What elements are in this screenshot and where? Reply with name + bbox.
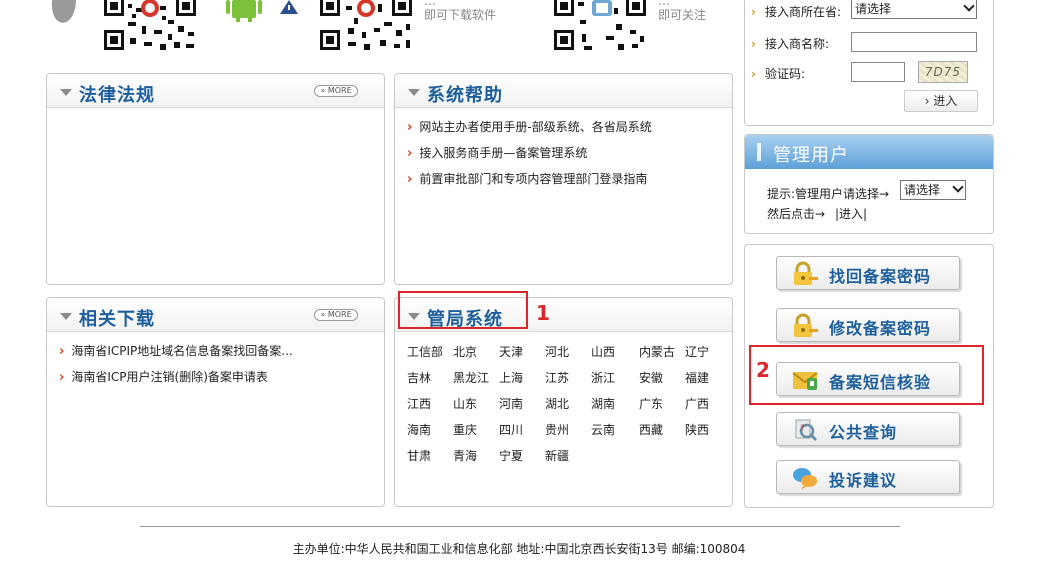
province-link[interactable]: 陕西 [685,421,709,438]
province-link[interactable]: 山西 [591,343,615,360]
help-link[interactable]: 前置审批部门和专项内容管理部门登录指南 [407,170,647,187]
manager-panel: 管理用户 提示:管理用户请选择→ 请选择 然后点击→ |进入| [744,134,994,234]
manager-title: 管理用户 [773,145,849,166]
province-link[interactable]: 山东 [453,395,477,412]
footer-divider [140,526,900,527]
collapse-triangle-icon [60,313,72,320]
province-link[interactable]: 青海 [453,447,477,464]
province-link[interactable]: 广东 [639,395,663,412]
annotation-box-2 [749,345,984,405]
collapse-triangle-icon [60,89,72,96]
help-panel: 系统帮助 网站主办者使用手册-部级系统、各省局系统 接入服务商手册—备案管理系统… [394,73,733,285]
province-link[interactable]: 重庆 [453,421,477,438]
province-link[interactable]: 海南 [407,421,431,438]
public-query-button[interactable]: ? 公共查询 [776,412,960,446]
law-panel: 法律法规 » MORE [46,73,385,285]
collapse-triangle-icon [408,89,420,96]
name-label: 接入商名称: [751,35,829,52]
province-link[interactable]: 甘肃 [407,447,431,464]
manager-header: 管理用户 [745,135,993,169]
panel-title: 法律法规 [79,85,155,106]
province-link[interactable]: 湖南 [591,395,615,412]
annotation-number-1: 1 [536,301,550,325]
province-link[interactable]: 江西 [407,395,431,412]
panel-header: 系统帮助 [395,74,732,108]
download-link[interactable]: 海南省ICP用户注销(删除)备案申请表 [59,368,268,385]
province-link[interactable]: 贵州 [545,421,569,438]
province-link[interactable]: 工信部 [407,343,443,360]
help-link[interactable]: 接入服务商手册—备案管理系统 [407,144,587,161]
province-link[interactable]: 新疆 [545,447,569,464]
login-panel: 接入商所在省: 请选择 接入商名称: 验证码: 7D75 › 进入 [744,0,994,126]
more-link[interactable]: » MORE [314,309,358,321]
panel-header: 相关下载 » MORE [47,298,384,332]
manager-select[interactable]: 请选择 [900,180,966,200]
province-link[interactable]: 内蒙古 [639,343,675,360]
province-select[interactable]: 请选择 [851,0,977,19]
chevron-down-icon [963,0,975,12]
province-link[interactable]: 吉林 [407,369,431,386]
province-link[interactable]: 河南 [499,395,523,412]
province-link[interactable]: 辽宁 [685,343,709,360]
province-link[interactable]: 西藏 [639,421,663,438]
svg-text:?: ? [800,424,805,434]
manager-hint: 提示:管理用户请选择→ [767,187,890,201]
panel-title: 相关下载 [79,309,155,330]
chevron-down-icon [952,181,964,193]
province-link[interactable]: 黑龙江 [453,369,489,386]
annotation-box-1 [398,291,528,329]
qr-code [102,0,198,52]
qr-caption: … 即可下载软件 [424,0,497,22]
province-link[interactable]: 安徽 [639,369,663,386]
province-link[interactable]: 宁夏 [499,447,523,464]
change-password-button[interactable]: 修改备案密码 [776,308,960,342]
panel-header: 法律法规 » MORE [47,74,384,108]
apple-icon [48,0,80,24]
qr-code [552,0,648,52]
province-link[interactable]: 云南 [591,421,615,438]
download-panel: 相关下载 » MORE 海南省ICPIP地址域名信息备案找回备案... 海南省I… [46,297,385,507]
complaint-button[interactable]: 投诉建议 [776,460,960,494]
annotation-number-2: 2 [756,358,770,382]
footer-text: 主办单位:中华人民共和国工业和信息化部 地址:中国北京西长安街13号 邮编:10… [292,542,746,556]
lock-key-icon [794,313,818,337]
province-link[interactable]: 北京 [453,343,477,360]
android-icon [226,0,262,22]
captcha-image[interactable]: 7D75 [918,61,968,83]
captcha-label: 验证码: [751,65,805,82]
lock-key-icon [794,261,818,285]
qr-code [318,0,414,52]
province-link[interactable]: 上海 [499,369,523,386]
recover-password-button[interactable]: 找回备案密码 [776,256,960,290]
more-link[interactable]: » MORE [314,85,358,97]
chat-bubble-icon [793,468,817,490]
manager-enter-link[interactable]: |进入| [835,205,867,222]
province-link[interactable]: 河北 [545,343,569,360]
province-link[interactable]: 江苏 [545,369,569,386]
province-label: 接入商所在省: [751,3,841,20]
qr-caption: … 即可关注 [658,0,707,22]
province-link[interactable]: 福建 [685,369,709,386]
province-link[interactable]: 浙江 [591,369,615,386]
download-pin-icon [278,0,300,14]
enter-button[interactable]: › 进入 [904,90,978,112]
download-link[interactable]: 海南省ICPIP地址域名信息备案找回备案... [59,342,292,359]
manager-then-text: 然后点击→ [767,207,826,221]
province-link[interactable]: 天津 [499,343,523,360]
provider-name-input[interactable] [851,32,977,52]
province-link[interactable]: 湖北 [545,395,569,412]
province-link[interactable]: 四川 [499,421,523,438]
province-link[interactable]: 广西 [685,395,709,412]
captcha-input[interactable] [851,62,905,82]
query-magnifier-icon: ? [795,419,818,442]
help-link[interactable]: 网站主办者使用手册-部级系统、各省局系统 [407,118,651,135]
panel-title: 系统帮助 [427,85,503,106]
